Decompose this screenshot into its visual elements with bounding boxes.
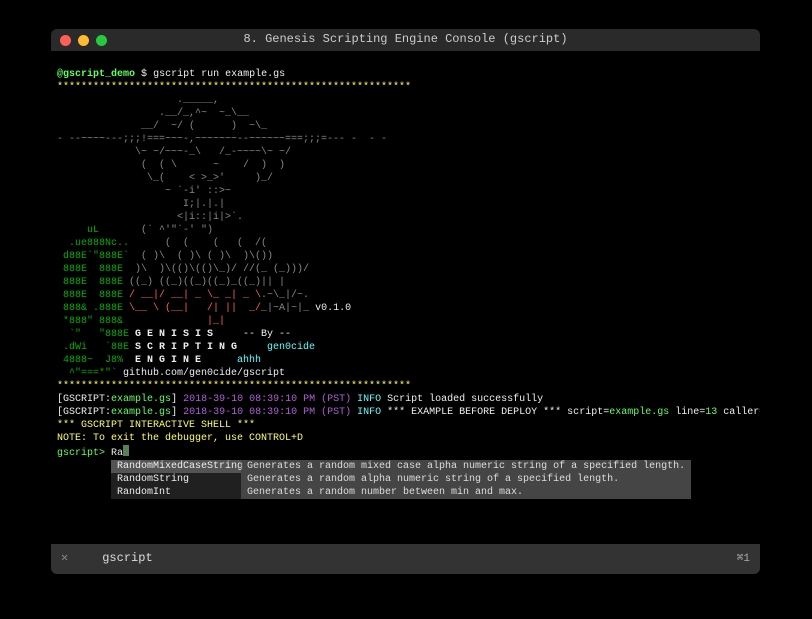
autocomplete-item[interactable]: RandomIntGenerates a random number betwe… (111, 486, 691, 499)
minimize-icon[interactable] (78, 35, 89, 46)
close-icon[interactable] (60, 35, 71, 46)
autocomplete-item[interactable]: RandomMixedCaseStringGenerates a random … (111, 460, 691, 473)
terminal-pre: @gscript_demo $ gscript run example.gs *… (57, 68, 754, 499)
tab-close-icon[interactable]: ✕ (61, 551, 68, 567)
shell-user: @gscript_demo (57, 69, 135, 80)
terminal-window: 8. Genesis Scripting Engine Console (gsc… (51, 29, 760, 574)
shell-banner: *** GSCRIPT INTERACTIVE SHELL *** (57, 420, 255, 431)
repl-input[interactable]: Ra (111, 448, 123, 459)
ascii-stars-mid: ****************************************… (57, 381, 411, 392)
tab-shortcut: ⌘1 (737, 552, 750, 566)
window-title: 8. Genesis Scripting Engine Console (gsc… (51, 32, 760, 48)
traffic-lights (51, 35, 107, 46)
ascii-art: ._____, (57, 95, 219, 106)
autocomplete-popup[interactable]: RandomMixedCaseStringGenerates a random … (111, 460, 691, 499)
tab-gscript[interactable]: ✕ gscript ⌘1 (51, 544, 760, 574)
ascii-stars-top: ****************************************… (57, 82, 411, 93)
terminal-output[interactable]: @gscript_demo $ gscript run example.gs *… (51, 51, 760, 544)
maximize-icon[interactable] (96, 35, 107, 46)
repl-prompt: gscript> (57, 448, 105, 459)
shell-command: gscript run example.gs (153, 69, 285, 80)
tab-name: gscript (82, 551, 723, 567)
debugger-note: NOTE: To exit the debugger, use CONTROL+… (57, 433, 303, 444)
shell-sep: $ (141, 69, 147, 80)
autocomplete-item[interactable]: RandomStringGenerates a random alpha num… (111, 473, 691, 486)
titlebar[interactable]: 8. Genesis Scripting Engine Console (gsc… (51, 29, 760, 51)
cursor-icon (123, 445, 129, 456)
log-tag: GSCRIPT (63, 394, 105, 405)
tabbar: ✕ gscript ⌘1 (51, 544, 760, 574)
